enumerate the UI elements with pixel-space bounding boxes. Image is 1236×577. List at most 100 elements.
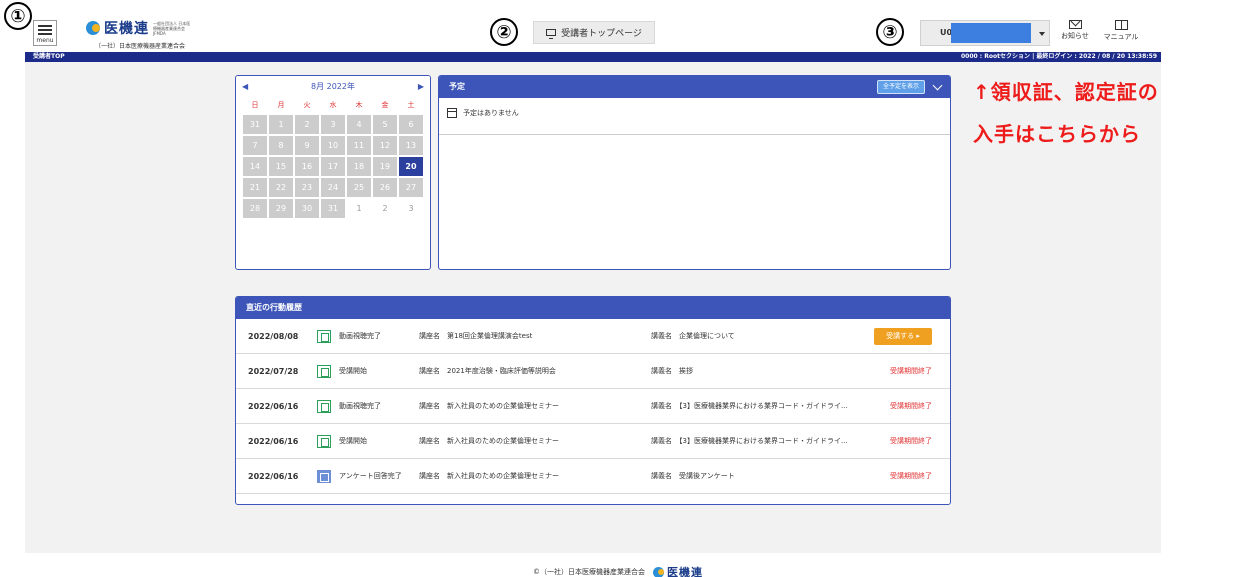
calendar-day[interactable]: 3 bbox=[398, 198, 424, 219]
history-lecture: 講義名 企業倫理について bbox=[651, 332, 735, 340]
calendar-day[interactable]: 10 bbox=[320, 135, 346, 156]
weekday: 水 bbox=[329, 101, 337, 109]
calendar-panel: ◀ 8月 2022年 ▶ 日 月 火 水 木 金 土 31 1 2 3 4 5 6 7 8 9 10… bbox=[235, 75, 431, 270]
next-month-icon[interactable]: ▶ bbox=[418, 82, 424, 91]
book-icon bbox=[1114, 20, 1128, 30]
calendar-day[interactable]: 3 bbox=[320, 114, 346, 135]
marker-2: ② bbox=[490, 18, 518, 46]
calendar-day[interactable]: 17 bbox=[320, 156, 346, 177]
calendar-day[interactable]: 9 bbox=[294, 135, 320, 156]
survey-icon bbox=[317, 470, 331, 483]
weekday: 木 bbox=[355, 101, 363, 109]
marker-1: ① bbox=[4, 2, 32, 30]
video-icon bbox=[317, 400, 331, 413]
history-date: 2022/06/16 bbox=[248, 402, 299, 411]
calendar-day[interactable]: 22 bbox=[268, 177, 294, 198]
footer-logo-name: 医機連 bbox=[667, 566, 703, 577]
news-label: お知らせ bbox=[1061, 32, 1089, 40]
manual-link[interactable]: マニュアル bbox=[1101, 20, 1141, 42]
prev-month-icon[interactable]: ◀ bbox=[242, 82, 248, 91]
calendar-day[interactable]: 8 bbox=[268, 135, 294, 156]
calendar-day[interactable]: 25 bbox=[346, 177, 372, 198]
calendar-day[interactable]: 11 bbox=[346, 135, 372, 156]
menu-label: menu bbox=[36, 37, 54, 44]
monitor-icon bbox=[546, 29, 557, 39]
news-link[interactable]: お知らせ bbox=[1055, 20, 1095, 41]
login-status: 0000 : Rootセクション | 最終ログイン : 2022 / 08 / … bbox=[960, 53, 1157, 60]
hamburger-icon bbox=[38, 25, 52, 27]
history-date: 2022/06/16 bbox=[248, 437, 299, 446]
calendar-day[interactable]: 12 bbox=[372, 135, 398, 156]
calendar-day[interactable]: 14 bbox=[242, 156, 268, 177]
header: menu 医機連 一般社団法人 日本医療機器産業連合会 JFMDA （一社）日本… bbox=[25, 14, 1161, 52]
calendar-day[interactable]: 5 bbox=[372, 114, 398, 135]
weekday: 日 bbox=[251, 101, 259, 109]
history-title: 直近の行動履歴 bbox=[246, 303, 302, 312]
history-status: 受講期間終了 bbox=[890, 402, 932, 410]
calendar-day[interactable]: 23 bbox=[294, 177, 320, 198]
copyright: ©（一社）日本医療機器産業連合会 bbox=[533, 568, 645, 576]
weekday: 土 bbox=[407, 101, 415, 109]
divider bbox=[439, 134, 950, 135]
calendar-day[interactable]: 18 bbox=[346, 156, 372, 177]
calendar-day[interactable]: 31 bbox=[320, 198, 346, 219]
calendar-day[interactable]: 6 bbox=[398, 114, 424, 135]
weekday: 火 bbox=[303, 101, 311, 109]
calendar-day[interactable]: 24 bbox=[320, 177, 346, 198]
history-status: 受講期間終了 bbox=[890, 367, 932, 375]
logo-subtitle: 一般社団法人 日本医療機器産業連合会 JFMDA bbox=[153, 20, 191, 36]
calendar-day[interactable]: 4 bbox=[346, 114, 372, 135]
weekday: 金 bbox=[381, 101, 389, 109]
history-course: 講座名 第18回企業倫理講演会test bbox=[419, 332, 533, 340]
attend-button[interactable]: 受講する ▸ bbox=[874, 328, 932, 345]
show-all-schedule-button[interactable]: 全予定を表示 bbox=[876, 80, 925, 94]
video-icon bbox=[317, 435, 331, 448]
calendar-day[interactable]: 21 bbox=[242, 177, 268, 198]
calendar-day[interactable]: 1 bbox=[268, 114, 294, 135]
calendar-day[interactable]: 1 bbox=[346, 198, 372, 219]
calendar-day[interactable]: 29 bbox=[268, 198, 294, 219]
schedule-panel: 予定 全予定を表示 予定はありません bbox=[438, 75, 951, 270]
history-lecture: 講義名 【3】医療機器業界における業界コード・ガイドライ... bbox=[651, 437, 848, 445]
site-logo[interactable]: 医機連 一般社団法人 日本医療機器産業連合会 JFMDA bbox=[86, 18, 193, 38]
calendar-day[interactable]: 16 bbox=[294, 156, 320, 177]
schedule-empty-message: 予定はありません bbox=[463, 109, 519, 117]
calendar-day[interactable]: 2 bbox=[294, 114, 320, 135]
envelope-icon bbox=[1068, 20, 1082, 29]
history-date: 2022/06/16 bbox=[248, 472, 299, 481]
user-icon bbox=[926, 28, 936, 40]
trainee-top-page-button[interactable]: 受講者トップページ bbox=[533, 21, 655, 44]
calendar-day[interactable]: 28 bbox=[242, 198, 268, 219]
history-row: 2022/08/08 動画視聴完了 講座名 第18回企業倫理講演会test 講義… bbox=[236, 319, 950, 354]
calendar-day[interactable]: 13 bbox=[398, 135, 424, 156]
history-status: 受講期間終了 bbox=[890, 472, 932, 480]
calendar-day[interactable]: 20 bbox=[398, 156, 424, 177]
logo-icon bbox=[86, 21, 100, 35]
calendar-day[interactable]: 30 bbox=[294, 198, 320, 219]
history-action: 動画視聴完了 bbox=[339, 402, 381, 410]
calendar-day[interactable]: 26 bbox=[372, 177, 398, 198]
schedule-header: 予定 全予定を表示 bbox=[439, 76, 950, 98]
history-course: 講座名 新入社員のための企業倫理セミナー bbox=[419, 402, 559, 410]
calendar-day[interactable]: 31 bbox=[242, 114, 268, 135]
user-menu-select[interactable]: U0 bbox=[920, 20, 1050, 46]
chevron-down-icon[interactable] bbox=[932, 80, 943, 91]
org-name: （一社）日本医療機器産業連合会 bbox=[95, 43, 186, 50]
history-lecture: 講義名 挨拶 bbox=[651, 367, 693, 375]
calendar-day[interactable]: 19 bbox=[372, 156, 398, 177]
weekday-row: 日 月 火 水 木 金 土 bbox=[236, 96, 430, 114]
redacted-username bbox=[951, 23, 1031, 43]
menu-button[interactable]: menu bbox=[33, 20, 57, 46]
calendar-icon bbox=[447, 108, 457, 118]
video-icon bbox=[317, 330, 331, 343]
footer: ©（一社）日本医療機器産業連合会 医機連 bbox=[0, 564, 1236, 577]
trainee-top-page-label: 受講者トップページ bbox=[561, 29, 642, 39]
calendar-day[interactable]: 2 bbox=[372, 198, 398, 219]
calendar-day[interactable]: 27 bbox=[398, 177, 424, 198]
history-action: 受講開始 bbox=[339, 437, 367, 445]
calendar-day[interactable]: 15 bbox=[268, 156, 294, 177]
history-row: 2022/06/16 動画視聴完了 講座名 新入社員のための企業倫理セミナー 講… bbox=[236, 389, 950, 424]
calendar-month: 8月 2022年 bbox=[311, 81, 355, 91]
calendar-header: ◀ 8月 2022年 ▶ bbox=[236, 76, 430, 96]
calendar-day[interactable]: 7 bbox=[242, 135, 268, 156]
